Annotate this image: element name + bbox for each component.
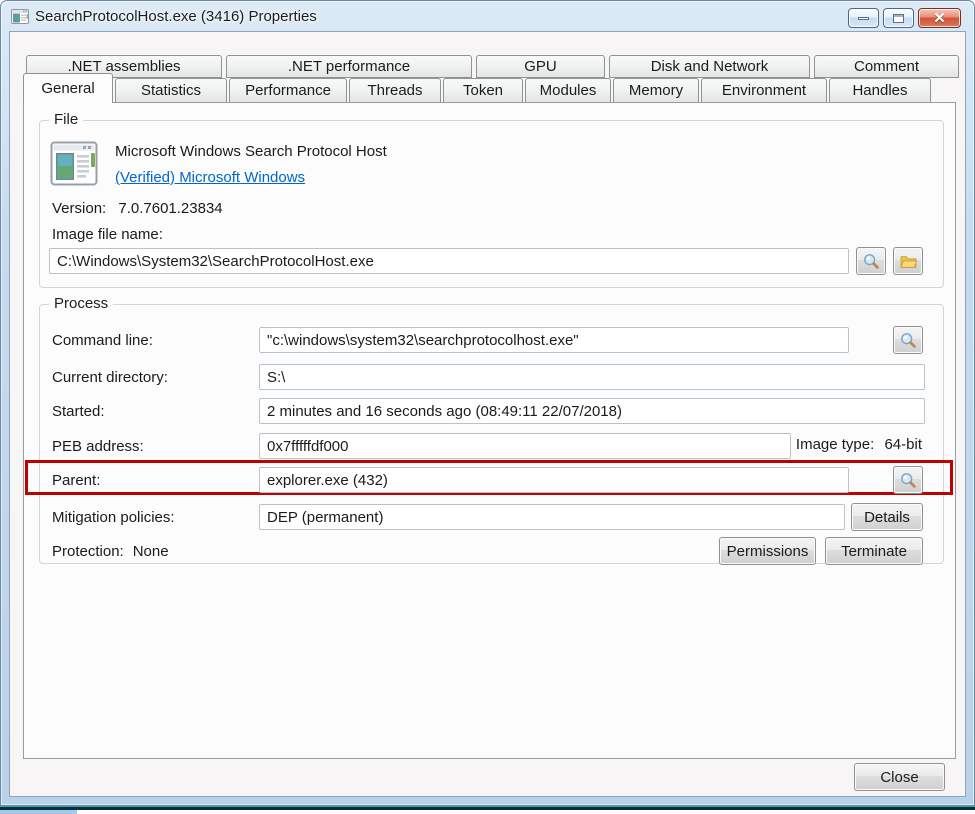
parent-label: Parent:: [52, 472, 259, 489]
protection-row: Protection: None Permissions Terminate: [52, 537, 931, 565]
maximize-button[interactable]: [883, 8, 914, 28]
tab-threads[interactable]: Threads: [349, 78, 441, 103]
version-value: 7.0.7601.23834: [118, 200, 222, 217]
mitigation-policies-field[interactable]: DEP (permanent): [259, 504, 845, 530]
process-group-legend: Process: [49, 295, 113, 312]
peb-address-row: PEB address: 0x7fffffdf000 Image type: 6…: [52, 432, 931, 460]
properties-window: SearchProtocolHost.exe (3416) Properties…: [0, 0, 975, 806]
parent-field[interactable]: explorer.exe (432): [259, 467, 849, 493]
tab-disk-network[interactable]: Disk and Network: [609, 55, 810, 78]
protection-label: Protection:: [52, 543, 124, 560]
dialog-client-area: .NET assemblies .NET performance GPU Dis…: [9, 31, 966, 797]
parent-row: Parent: explorer.exe (432): [52, 466, 931, 494]
file-description: Microsoft Windows Search Protocol Host: [115, 143, 387, 160]
image-type-value: 64-bit: [884, 436, 922, 453]
tab-memory[interactable]: Memory: [613, 78, 699, 103]
image-file-name-label: Image file name:: [52, 226, 163, 243]
inspect-image-button[interactable]: [856, 247, 886, 275]
magnifier-icon: [863, 253, 880, 270]
started-field[interactable]: 2 minutes and 16 seconds ago (08:49:11 2…: [259, 398, 925, 424]
command-line-field[interactable]: "c:\windows\system32\searchprotocolhost.…: [259, 327, 849, 353]
inspect-parent-button[interactable]: [893, 466, 923, 494]
permissions-button[interactable]: Permissions: [719, 537, 816, 565]
tab-row-secondary: .NET assemblies .NET performance GPU Dis…: [26, 55, 959, 78]
terminate-button[interactable]: Terminate: [825, 537, 923, 565]
current-directory-row: Current directory: S:\: [52, 363, 931, 391]
current-directory-field[interactable]: S:\: [259, 364, 925, 390]
minimize-icon: [858, 17, 869, 20]
magnifier-icon: [900, 472, 917, 489]
magnifier-icon: [900, 332, 917, 349]
image-file-name-field[interactable]: C:\Windows\System32\SearchProtocolHost.e…: [49, 248, 849, 274]
file-group-legend: File: [49, 111, 83, 128]
close-icon: ✕: [933, 9, 946, 27]
peb-address-field[interactable]: 0x7fffffdf000: [259, 433, 791, 459]
tab-statistics[interactable]: Statistics: [115, 78, 227, 103]
inspect-command-line-button[interactable]: [893, 326, 923, 354]
background-window-edge: [0, 806, 975, 810]
tab-handles[interactable]: Handles: [829, 78, 931, 103]
tab-token[interactable]: Token: [443, 78, 523, 103]
tab-modules[interactable]: Modules: [525, 78, 611, 103]
command-line-row: Command line: "c:\windows\system32\searc…: [52, 326, 931, 354]
minimize-button[interactable]: [848, 8, 879, 28]
window-title: SearchProtocolHost.exe (3416) Properties: [35, 8, 317, 25]
titlebar[interactable]: SearchProtocolHost.exe (3416) Properties…: [1, 1, 974, 31]
close-window-button[interactable]: ✕: [918, 8, 961, 28]
maximize-icon: [893, 14, 904, 23]
version-row: Version: 7.0.7601.23834: [52, 200, 223, 217]
tab-comment[interactable]: Comment: [814, 55, 959, 78]
mitigation-row: Mitigation policies: DEP (permanent) Det…: [52, 503, 931, 531]
tab-gpu[interactable]: GPU: [476, 55, 605, 78]
tab-environment[interactable]: Environment: [701, 78, 827, 103]
tab-row-primary: General Statistics Performance Threads T…: [23, 78, 931, 103]
folder-icon: [900, 253, 917, 270]
background-window-corner: [0, 810, 77, 814]
image-type-label: Image type:: [796, 436, 874, 453]
mitigation-policies-label: Mitigation policies:: [52, 509, 259, 526]
peb-address-label: PEB address:: [52, 438, 259, 455]
application-icon: [50, 141, 98, 190]
tab-general[interactable]: General: [23, 73, 113, 103]
tab-net-performance[interactable]: .NET performance: [226, 55, 472, 78]
started-label: Started:: [52, 403, 259, 420]
file-groupbox: File: [39, 120, 944, 288]
tab-performance[interactable]: Performance: [229, 78, 347, 103]
current-directory-label: Current directory:: [52, 369, 259, 386]
details-button[interactable]: Details: [851, 503, 923, 531]
general-tab-page: File: [23, 102, 956, 759]
app-window-icon: [11, 9, 29, 24]
started-row: Started: 2 minutes and 16 seconds ago (0…: [52, 397, 931, 425]
command-line-label: Command line:: [52, 332, 259, 349]
version-label: Version:: [52, 200, 106, 217]
open-file-location-button[interactable]: [893, 247, 923, 275]
close-button[interactable]: Close: [854, 763, 945, 791]
process-groupbox: Process Command line: "c:\windows\system…: [39, 304, 944, 564]
verified-signer-link[interactable]: (Verified) Microsoft Windows: [115, 169, 305, 186]
image-type-row: Image type: 64-bit: [796, 436, 922, 453]
protection-value: None: [133, 543, 169, 560]
